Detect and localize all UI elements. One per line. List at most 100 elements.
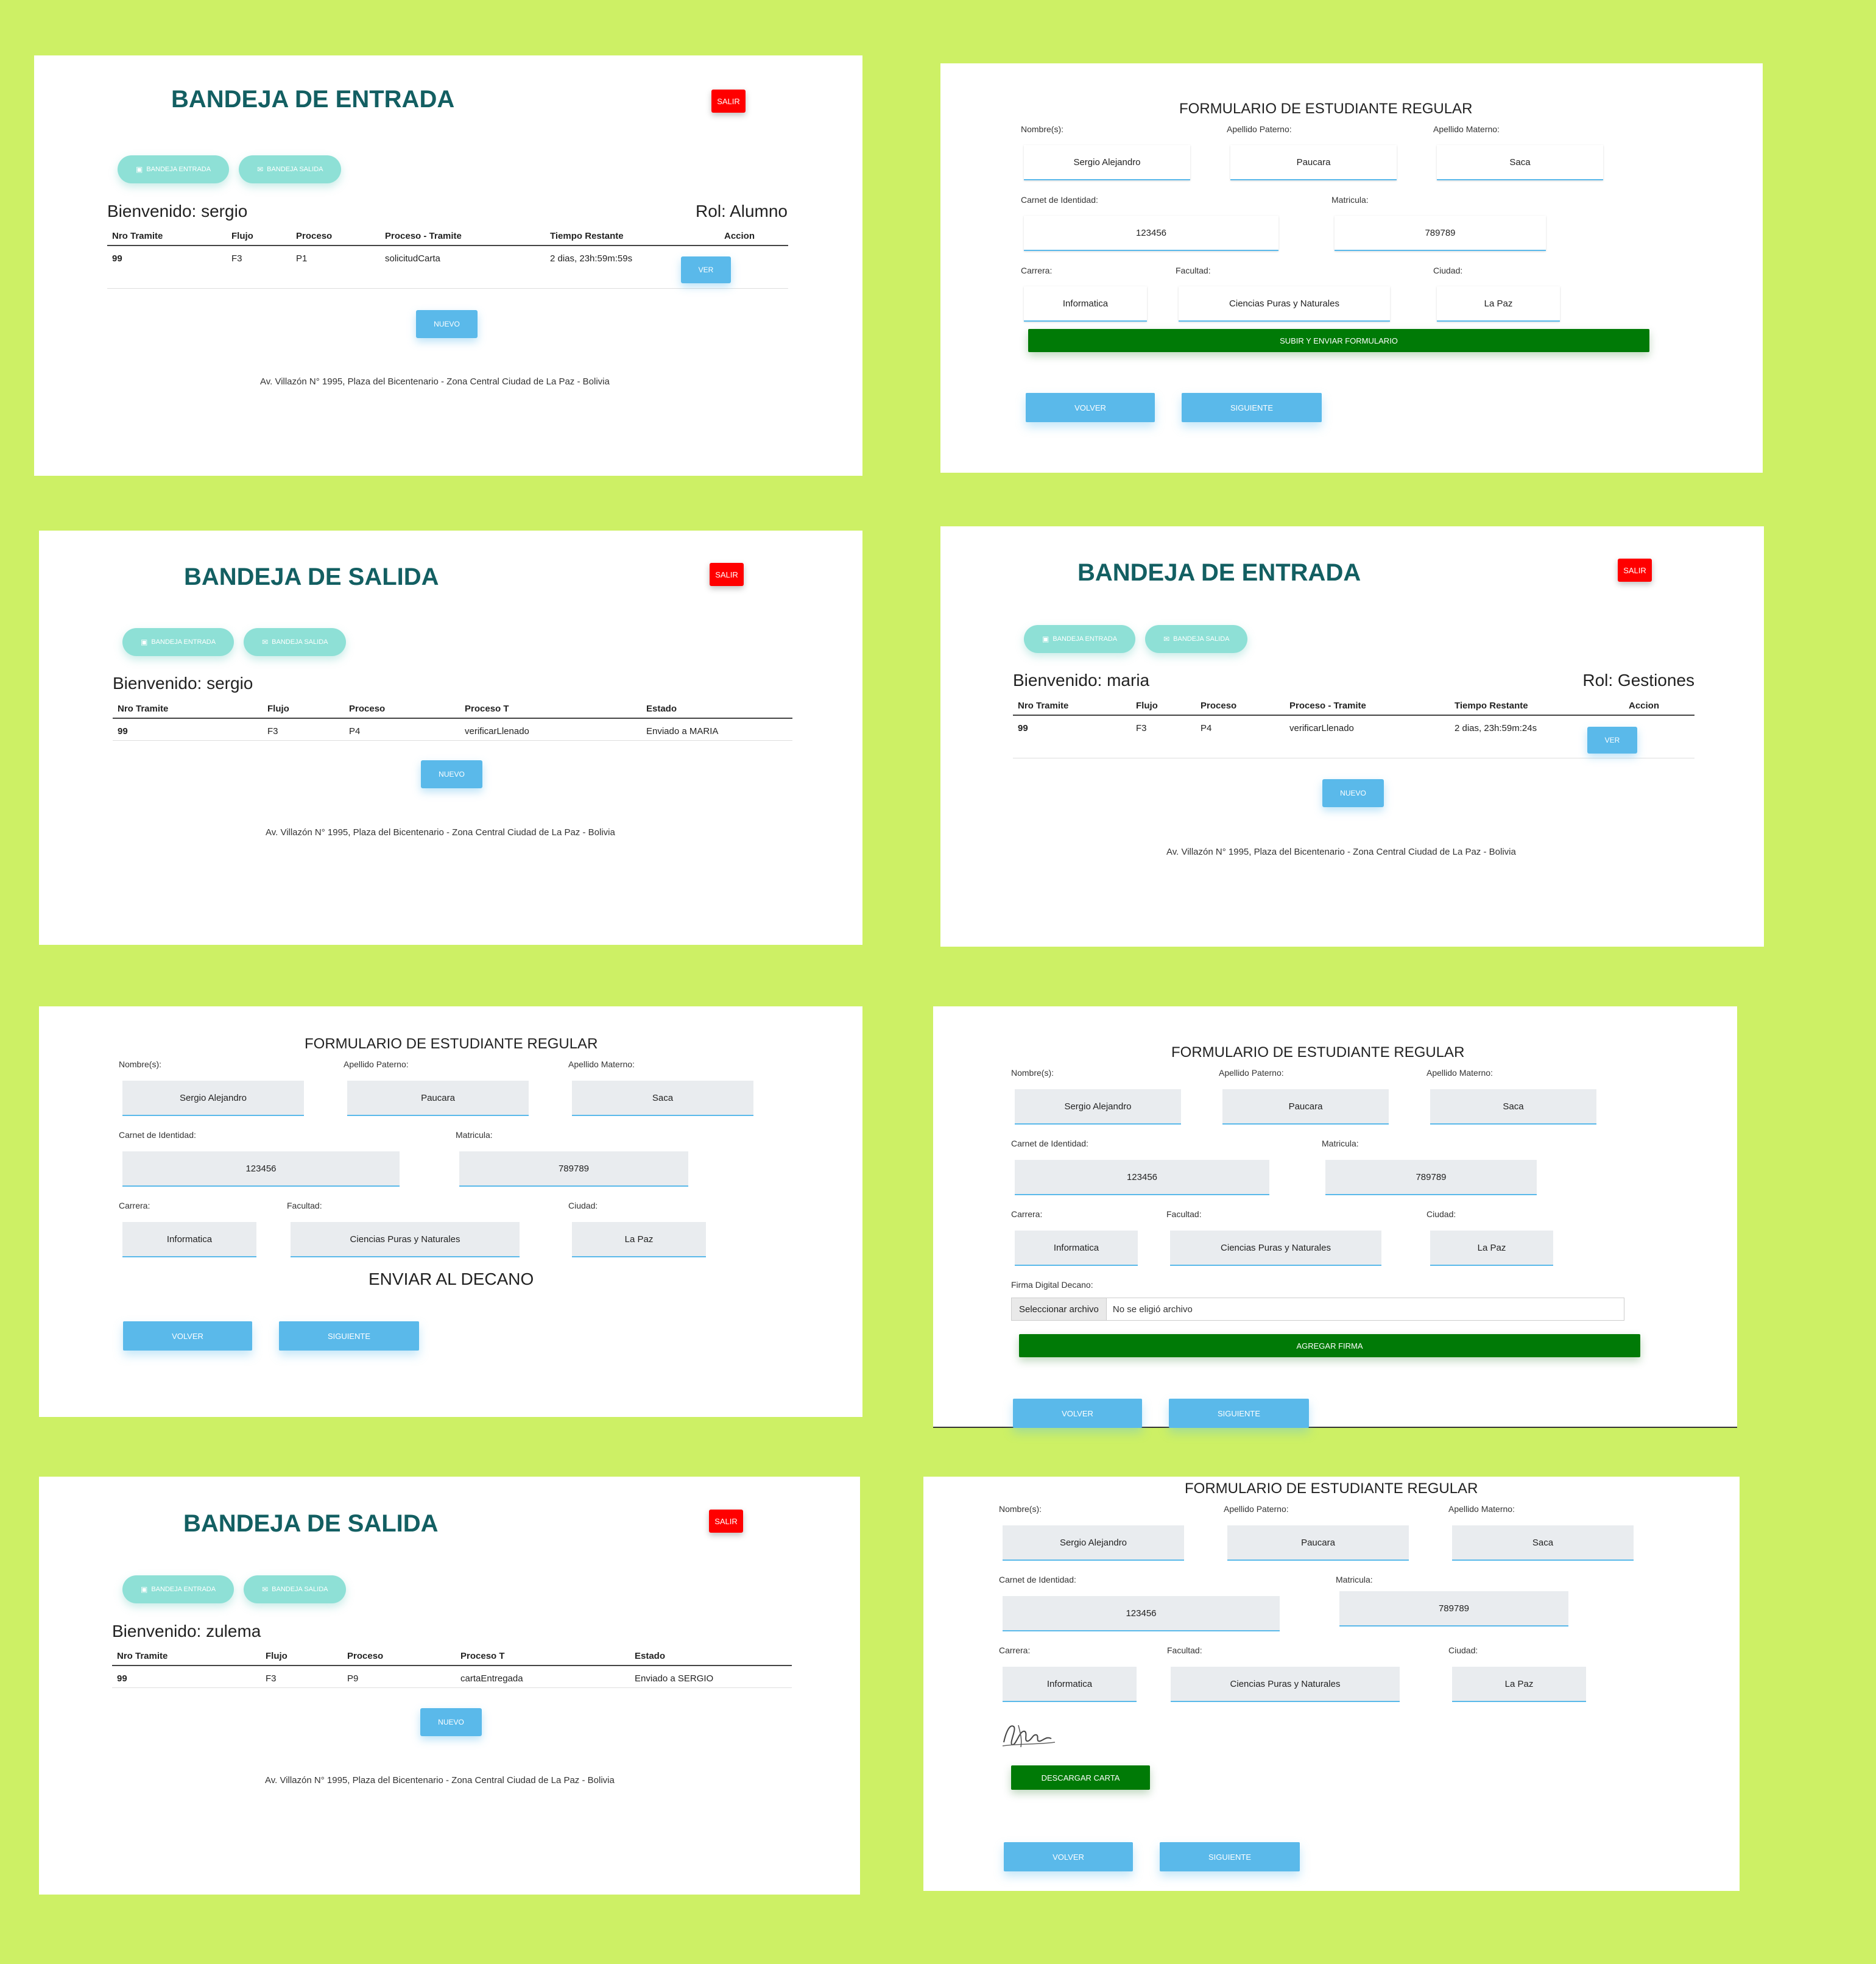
nav-buttons: ▣ BANDEJA ENTRADA ✉ BANDEJA SALIDA — [122, 628, 347, 656]
ciudad-field[interactable]: La Paz — [1437, 286, 1560, 322]
cell-tramite: solicitudCarta — [380, 246, 545, 289]
facultad-field: Ciencias Puras y Naturales — [291, 1222, 520, 1257]
facultad-field[interactable]: Ciencias Puras y Naturales — [1179, 286, 1390, 322]
ci-field[interactable]: 123456 — [1024, 216, 1278, 251]
column-header: Proceso — [342, 1647, 456, 1666]
table-header-row: Nro Tramite Flujo Proceso Proceso T Esta… — [113, 700, 792, 719]
cell-tramite: verificarLlenado — [460, 718, 641, 741]
nav-label: BANDEJA ENTRADA — [151, 638, 216, 646]
nav-bandeja-entrada-button[interactable]: ▣ BANDEJA ENTRADA — [1024, 625, 1136, 653]
volver-button[interactable]: VOLVER — [1013, 1399, 1142, 1428]
nuevo-button[interactable]: NUEVO — [416, 310, 478, 338]
salir-button[interactable]: SALIR — [710, 563, 744, 586]
descargar-carta-button[interactable]: DESCARGAR CARTA — [1011, 1765, 1150, 1790]
ver-button[interactable]: VER — [681, 256, 731, 283]
cell-flujo: F3 — [227, 246, 291, 289]
page-title: BANDEJA DE ENTRADA — [171, 86, 455, 113]
volver-button[interactable]: VOLVER — [1004, 1842, 1133, 1871]
cell-flujo: F3 — [261, 1666, 342, 1688]
ci-field: 123456 — [122, 1151, 400, 1187]
label-paterno: Apellido Paterno: — [1219, 1068, 1284, 1078]
nav-bandeja-salida-button[interactable]: ✉ BANDEJA SALIDA — [239, 155, 342, 183]
envelope-icon: ✉ — [257, 165, 264, 174]
label-carrera: Carrera: — [119, 1201, 150, 1210]
inbox-icon: ▣ — [1042, 635, 1049, 643]
label-matricula: Matricula: — [1336, 1575, 1373, 1584]
column-header: Proceso T — [456, 1647, 630, 1666]
nav-label: BANDEJA SALIDA — [272, 1586, 328, 1593]
table-header-row: Nro Tramite Flujo Proceso Proceso - Tram… — [107, 227, 788, 246]
nav-bandeja-entrada-button[interactable]: ▣ BANDEJA ENTRADA — [122, 1575, 234, 1603]
nombre-field: Sergio Alejandro — [122, 1081, 304, 1116]
matricula-field: 789789 — [1339, 1591, 1568, 1627]
matricula-field[interactable]: 789789 — [1335, 216, 1546, 251]
panel-inbox-gestiones: BANDEJA DE ENTRADA SALIR ▣ BANDEJA ENTRAD… — [940, 526, 1764, 947]
materno-field: Saca — [1452, 1525, 1634, 1561]
facultad-field: Ciencias Puras y Naturales — [1170, 1231, 1381, 1266]
siguiente-button[interactable]: SIGUIENTE — [1169, 1399, 1309, 1428]
nav-buttons: ▣ BANDEJA ENTRADA ✉ BANDEJA SALIDA — [1024, 625, 1248, 653]
label-ci: Carnet de Identidad: — [119, 1130, 196, 1140]
table-row: 99 F3 P4 verificarLlenado Enviado a MARI… — [113, 718, 792, 741]
label-facultad: Facultad: — [1176, 266, 1211, 275]
cell-nro: 99 — [1013, 715, 1131, 758]
nav-label: BANDEJA ENTRADA — [146, 166, 211, 173]
column-header: Proceso — [291, 227, 380, 246]
firma-file-input[interactable]: Seleccionar archivo No se eligió archivo — [1011, 1298, 1624, 1321]
column-header: Accion — [719, 227, 788, 246]
nuevo-button[interactable]: NUEVO — [1322, 779, 1384, 807]
salir-button[interactable]: SALIR — [1618, 559, 1652, 582]
subir-enviar-button[interactable]: SUBIR Y ENVIAR FORMULARIO — [1028, 329, 1649, 352]
column-header: Estado — [641, 700, 792, 719]
signature-image — [1002, 1725, 1056, 1748]
nombre-field[interactable]: Sergio Alejandro — [1024, 145, 1190, 180]
siguiente-button[interactable]: SIGUIENTE — [279, 1321, 419, 1351]
nav-bandeja-salida-button[interactable]: ✉ BANDEJA SALIDA — [244, 628, 347, 656]
paterno-field: Paucara — [1222, 1089, 1389, 1125]
label-paterno: Apellido Paterno: — [344, 1059, 409, 1069]
page-title: BANDEJA DE SALIDA — [184, 563, 439, 590]
cell-proceso: P4 — [1196, 715, 1285, 758]
nav-label: BANDEJA SALIDA — [272, 638, 328, 646]
salir-button[interactable]: SALIR — [709, 1510, 743, 1533]
nuevo-button[interactable]: NUEVO — [420, 1708, 482, 1736]
ver-button[interactable]: VER — [1587, 727, 1637, 754]
label-materno: Apellido Materno: — [1426, 1068, 1493, 1078]
siguiente-button[interactable]: SIGUIENTE — [1182, 393, 1322, 422]
file-select-button[interactable]: Seleccionar archivo — [1012, 1298, 1107, 1320]
nav-bandeja-entrada-button[interactable]: ▣ BANDEJA ENTRADA — [118, 155, 230, 183]
envelope-icon: ✉ — [262, 1585, 269, 1594]
matricula-field: 789789 — [1325, 1160, 1537, 1195]
label-nombre: Nombre(s): — [1021, 124, 1064, 134]
ciudad-field: La Paz — [1452, 1667, 1586, 1702]
label-carrera: Carrera: — [999, 1645, 1031, 1655]
nav-bandeja-salida-button[interactable]: ✉ BANDEJA SALIDA — [244, 1575, 347, 1603]
nav-bandeja-entrada-button[interactable]: ▣ BANDEJA ENTRADA — [122, 628, 234, 656]
volver-button[interactable]: VOLVER — [1026, 393, 1155, 422]
salir-button[interactable]: SALIR — [711, 90, 746, 113]
paterno-field: Paucara — [1227, 1525, 1409, 1561]
column-header: Tiempo Restante — [1450, 697, 1624, 716]
inbox-icon: ▣ — [136, 165, 143, 174]
column-header: Proceso T — [460, 700, 641, 719]
outbox-table: Nro Tramite Flujo Proceso Proceso T Esta… — [112, 1647, 792, 1688]
materno-field[interactable]: Saca — [1437, 145, 1603, 180]
siguiente-button[interactable]: SIGUIENTE — [1160, 1842, 1300, 1871]
cell-tramite: verificarLlenado — [1285, 715, 1450, 758]
column-header: Proceso — [344, 700, 460, 719]
table-row: 99 F3 P9 cartaEntregada Enviado a SERGIO — [112, 1666, 792, 1688]
panel-inbox-alumno: BANDEJA DE ENTRADA SALIR ▣ BANDEJA ENTRAD… — [34, 55, 862, 476]
nav-bandeja-salida-button[interactable]: ✉ BANDEJA SALIDA — [1145, 625, 1248, 653]
paterno-field[interactable]: Paucara — [1230, 145, 1397, 180]
carrera-field[interactable]: Informatica — [1024, 286, 1147, 322]
agregar-firma-button[interactable]: AGREGAR FIRMA — [1019, 1334, 1640, 1357]
cell-proceso: P9 — [342, 1666, 456, 1688]
column-header: Flujo — [263, 700, 344, 719]
role-text: Rol: Gestiones — [1582, 671, 1694, 690]
cell-nro: 99 — [112, 1666, 261, 1688]
welcome-text: Bienvenido: zulema — [112, 1622, 261, 1641]
cell-proceso: P4 — [344, 718, 460, 741]
panel-form-firma: FORMULARIO DE ESTUDIANTE REGULAR Nombre(… — [933, 1006, 1737, 1428]
nuevo-button[interactable]: NUEVO — [421, 760, 482, 788]
volver-button[interactable]: VOLVER — [123, 1321, 252, 1351]
